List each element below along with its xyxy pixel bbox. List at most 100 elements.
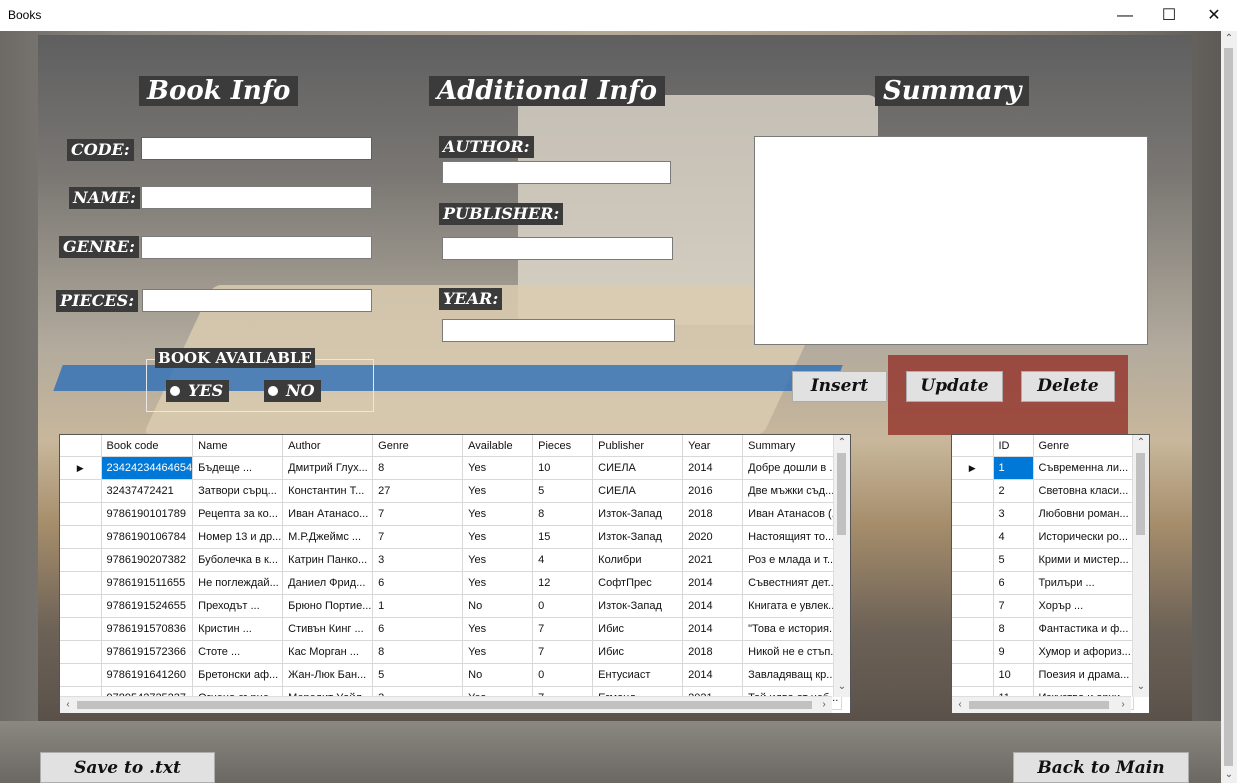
book-column-header[interactable]: Genre bbox=[372, 435, 464, 457]
genre-table-row[interactable]: 7 Хорър ... bbox=[952, 594, 1134, 618]
minimize-button[interactable]: — bbox=[1102, 0, 1148, 31]
book-cell[interactable]: Иван Атанасо... bbox=[282, 502, 374, 526]
book-cell[interactable]: 5 bbox=[372, 663, 464, 687]
book-cell[interactable]: Ентусиаст bbox=[592, 663, 684, 687]
book-cell[interactable]: 2014 bbox=[682, 456, 744, 480]
row-header-cell[interactable] bbox=[60, 571, 102, 595]
book-cell[interactable]: Бъдеще ... bbox=[192, 456, 284, 480]
genre-cell[interactable]: Поезия и драма... bbox=[1033, 663, 1134, 687]
genre-cell[interactable]: 7 bbox=[993, 594, 1034, 618]
book-cell[interactable]: Завладяващ кр... bbox=[742, 663, 842, 687]
row-header-cell[interactable] bbox=[60, 502, 102, 526]
book-column-header[interactable]: Pieces bbox=[532, 435, 594, 457]
books-horizontal-scrollbar[interactable]: ‹ › bbox=[60, 696, 832, 713]
pieces-input[interactable] bbox=[142, 289, 372, 312]
genre-table-row[interactable]: 5 Крими и мистер... bbox=[952, 548, 1134, 572]
name-input[interactable] bbox=[141, 186, 372, 209]
row-header-cell[interactable] bbox=[60, 548, 102, 572]
book-cell[interactable]: 2016 bbox=[682, 479, 744, 503]
book-cell[interactable]: No bbox=[462, 663, 534, 687]
book-cell[interactable]: 32437472421 bbox=[101, 479, 194, 503]
genre-cell[interactable]: 3 bbox=[993, 502, 1034, 526]
row-header-cell[interactable] bbox=[60, 525, 102, 549]
scroll-thumb[interactable] bbox=[1136, 453, 1145, 535]
scroll-down-arrow-icon[interactable]: ⌄ bbox=[834, 679, 850, 695]
book-column-header[interactable]: Author bbox=[282, 435, 374, 457]
no-radio[interactable]: NO bbox=[264, 380, 321, 402]
genre-cell[interactable]: Световна класи... bbox=[1033, 479, 1134, 503]
genre-cell[interactable]: 1 bbox=[993, 456, 1034, 480]
book-cell[interactable]: Жан-Люк Бан... bbox=[282, 663, 374, 687]
book-cell[interactable]: 0 bbox=[532, 594, 594, 618]
book-cell[interactable]: 2014 bbox=[682, 571, 744, 595]
book-cell[interactable]: 9786191572366 bbox=[101, 640, 194, 664]
scroll-up-arrow-icon[interactable]: ⌃ bbox=[1133, 435, 1149, 451]
book-cell[interactable]: Рецепта за ко... bbox=[192, 502, 284, 526]
book-cell[interactable]: М.Р.Джеймс ... bbox=[282, 525, 374, 549]
year-input[interactable] bbox=[442, 319, 675, 342]
scroll-right-arrow-icon[interactable]: › bbox=[1115, 697, 1131, 713]
book-cell[interactable]: Роз е млада и т... bbox=[742, 548, 842, 572]
book-cell[interactable]: Yes bbox=[462, 456, 534, 480]
book-cell[interactable]: 8 bbox=[372, 456, 464, 480]
genre-column-header[interactable]: Genre bbox=[1033, 435, 1134, 457]
book-cell[interactable]: 23424234464654 bbox=[101, 456, 194, 480]
book-cell[interactable]: 2014 bbox=[682, 617, 744, 641]
genre-table-row[interactable]: 8 Фантастика и ф... bbox=[952, 617, 1134, 641]
delete-button[interactable]: Delete bbox=[1021, 371, 1115, 402]
scroll-left-arrow-icon[interactable]: ‹ bbox=[60, 697, 76, 713]
row-header-cell[interactable] bbox=[952, 640, 994, 664]
genre-input[interactable] bbox=[141, 236, 372, 259]
genre-cell[interactable]: 5 bbox=[993, 548, 1034, 572]
summary-textarea[interactable] bbox=[754, 136, 1148, 345]
book-cell[interactable]: "Това е история... bbox=[742, 617, 842, 641]
book-cell[interactable]: Кас Морган ... bbox=[282, 640, 374, 664]
book-cell[interactable]: Даниел Фрид... bbox=[282, 571, 374, 595]
scroll-left-arrow-icon[interactable]: ‹ bbox=[952, 697, 968, 713]
genre-table-row[interactable]: 10 Поезия и драма... bbox=[952, 663, 1134, 687]
book-cell[interactable]: 27 bbox=[372, 479, 464, 503]
book-cell[interactable]: Yes bbox=[462, 502, 534, 526]
book-cell[interactable]: 5 bbox=[532, 479, 594, 503]
book-cell[interactable]: 6 bbox=[372, 571, 464, 595]
scroll-thumb[interactable] bbox=[837, 453, 846, 535]
scroll-down-arrow-icon[interactable]: ⌄ bbox=[1133, 679, 1149, 695]
book-cell[interactable]: Стивън Кинг ... bbox=[282, 617, 374, 641]
book-cell[interactable]: 6 bbox=[372, 617, 464, 641]
book-cell[interactable]: 9786190207382 bbox=[101, 548, 194, 572]
scroll-up-arrow-icon[interactable]: ⌃ bbox=[834, 435, 850, 451]
book-table-row[interactable]: ▶ 23424234464654 Бъдеще ... Дмитрий Глух...… bbox=[60, 456, 842, 480]
book-cell[interactable]: Не поглеждай... bbox=[192, 571, 284, 595]
publisher-input[interactable] bbox=[442, 237, 673, 260]
book-table-row[interactable]: 9786190101789 Рецепта за ко... Иван Атанас… bbox=[60, 502, 842, 526]
book-cell[interactable]: 2018 bbox=[682, 502, 744, 526]
genre-cell[interactable]: Любовни роман... bbox=[1033, 502, 1134, 526]
genres-vertical-scrollbar[interactable]: ⌃ ⌄ bbox=[1132, 435, 1149, 697]
genre-table-row[interactable]: 3 Любовни роман... bbox=[952, 502, 1134, 526]
book-cell[interactable]: 9786191570836 bbox=[101, 617, 194, 641]
row-header-cell[interactable] bbox=[952, 617, 994, 641]
book-column-header[interactable]: Summary bbox=[742, 435, 842, 457]
book-cell[interactable]: Две мъжки съд... bbox=[742, 479, 842, 503]
book-cell[interactable]: 10 bbox=[532, 456, 594, 480]
code-input[interactable] bbox=[141, 137, 372, 160]
book-cell[interactable]: 8 bbox=[532, 502, 594, 526]
row-header-cell[interactable] bbox=[952, 663, 994, 687]
book-cell[interactable]: 7 bbox=[372, 525, 464, 549]
book-column-header[interactable]: Publisher bbox=[592, 435, 684, 457]
book-cell[interactable]: Yes bbox=[462, 640, 534, 664]
row-header-cell[interactable] bbox=[60, 479, 102, 503]
book-cell[interactable]: Yes bbox=[462, 525, 534, 549]
book-table-row[interactable]: 9786191524655 Преходът ... Брюно Портие...… bbox=[60, 594, 842, 618]
row-header-cell[interactable] bbox=[952, 525, 994, 549]
book-cell[interactable]: Изток-Запад bbox=[592, 594, 684, 618]
book-cell[interactable]: 3 bbox=[372, 548, 464, 572]
book-column-header[interactable]: Year bbox=[682, 435, 744, 457]
insert-button[interactable]: Insert bbox=[792, 371, 887, 402]
update-button[interactable]: Update bbox=[906, 371, 1003, 402]
book-cell[interactable]: 9786190106784 bbox=[101, 525, 194, 549]
author-input[interactable] bbox=[442, 161, 671, 184]
book-cell[interactable]: 7 bbox=[532, 617, 594, 641]
window-vertical-scrollbar[interactable]: ⌃ ⌄ bbox=[1221, 31, 1237, 783]
row-header-cell[interactable] bbox=[952, 502, 994, 526]
